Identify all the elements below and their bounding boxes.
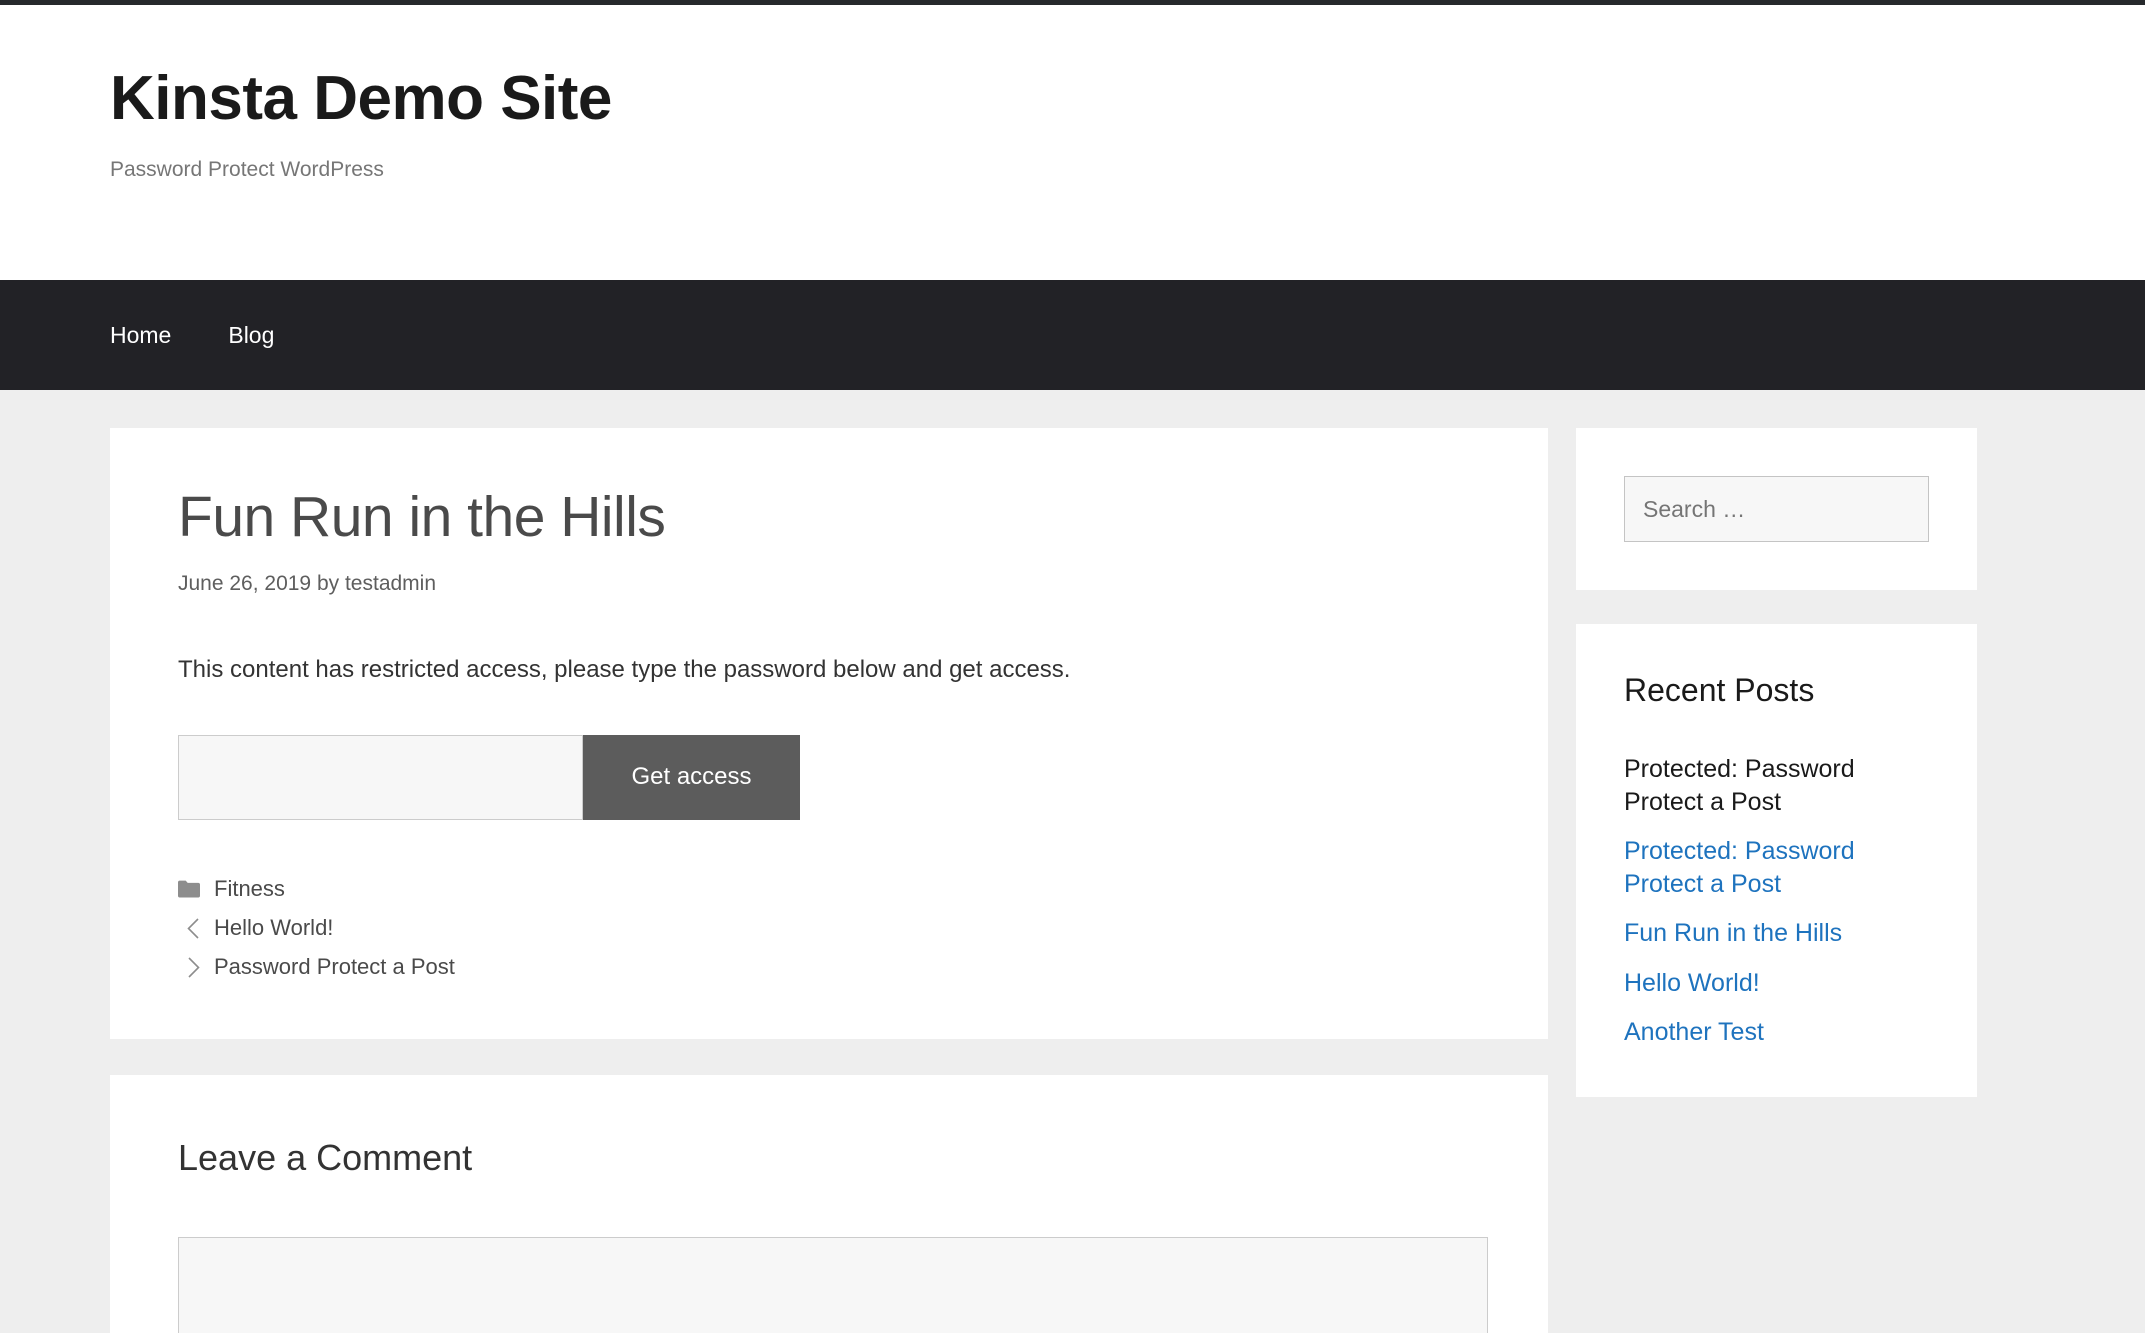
site-header: Kinsta Demo Site Password Protect WordPr… — [0, 5, 2145, 280]
comments-title: Leave a Comment — [178, 1136, 473, 1178]
recent-posts-list: Protected: Password Protect a Post Prote… — [1624, 753, 1929, 1049]
get-access-button[interactable]: Get access — [583, 734, 800, 820]
page-title: Fun Run in the Hills — [178, 485, 666, 549]
nav-item-blog[interactable]: Blog — [228, 280, 274, 390]
site-title[interactable]: Kinsta Demo Site — [110, 64, 2145, 133]
category-link[interactable]: Fitness — [214, 875, 285, 904]
recent-posts-widget: Recent Posts Protected: Password Protect… — [1576, 624, 1977, 1097]
password-input[interactable] — [178, 734, 583, 820]
next-post-link[interactable]: Password Protect a Post — [214, 953, 455, 982]
comment-textarea[interactable] — [178, 1236, 1488, 1333]
page-wrapper: Fun Run in the Hills June 26, 2019 by te… — [0, 390, 2145, 1333]
nav-item-home[interactable]: Home — [110, 280, 171, 390]
category-row: Fitness — [178, 870, 1480, 909]
article-card: Fun Run in the Hills June 26, 2019 by te… — [110, 428, 1548, 1039]
main-content-column: Fun Run in the Hills June 26, 2019 by te… — [110, 428, 1548, 1333]
next-post-row: Password Protect a Post — [178, 948, 1480, 987]
entry-meta: June 26, 2019 by testadmin — [178, 571, 437, 595]
chevron-right-icon — [178, 957, 214, 978]
list-item: Protected: Password Protect a Post — [1624, 753, 1929, 818]
recent-post-link-3[interactable]: Fun Run in the Hills — [1624, 919, 1842, 947]
recent-post-link-5[interactable]: Another Test — [1624, 1018, 1764, 1046]
list-item: Protected: Password Protect a Post — [1624, 835, 1929, 900]
recent-posts-title: Recent Posts — [1624, 672, 1815, 708]
site-tagline: Password Protect WordPress — [110, 158, 384, 182]
recent-post-link-4[interactable]: Hello World! — [1624, 969, 1760, 997]
sidebar: Recent Posts Protected: Password Protect… — [1576, 428, 1977, 1097]
recent-post-link-2[interactable]: Protected: Password Protect a Post — [1624, 837, 1855, 898]
search-input[interactable] — [1624, 476, 1929, 542]
search-widget — [1576, 428, 1977, 590]
entry-footer: Fitness Hello World! Password Protect a … — [178, 870, 1480, 987]
primary-navigation: Home Blog — [0, 280, 2145, 390]
chevron-left-icon — [178, 918, 214, 939]
previous-post-link[interactable]: Hello World! — [214, 914, 333, 943]
comments-section: Leave a Comment — [110, 1074, 1548, 1333]
list-item: Fun Run in the Hills — [1624, 917, 1929, 950]
recent-post-link-1: Protected: Password Protect a Post — [1624, 755, 1855, 816]
password-form: Get access — [178, 734, 800, 820]
folder-icon — [178, 880, 214, 898]
list-item: Another Test — [1624, 1016, 1929, 1049]
list-item: Hello World! — [1624, 967, 1929, 1000]
previous-post-row: Hello World! — [178, 909, 1480, 948]
restricted-access-message: This content has restricted access, plea… — [178, 655, 1071, 683]
